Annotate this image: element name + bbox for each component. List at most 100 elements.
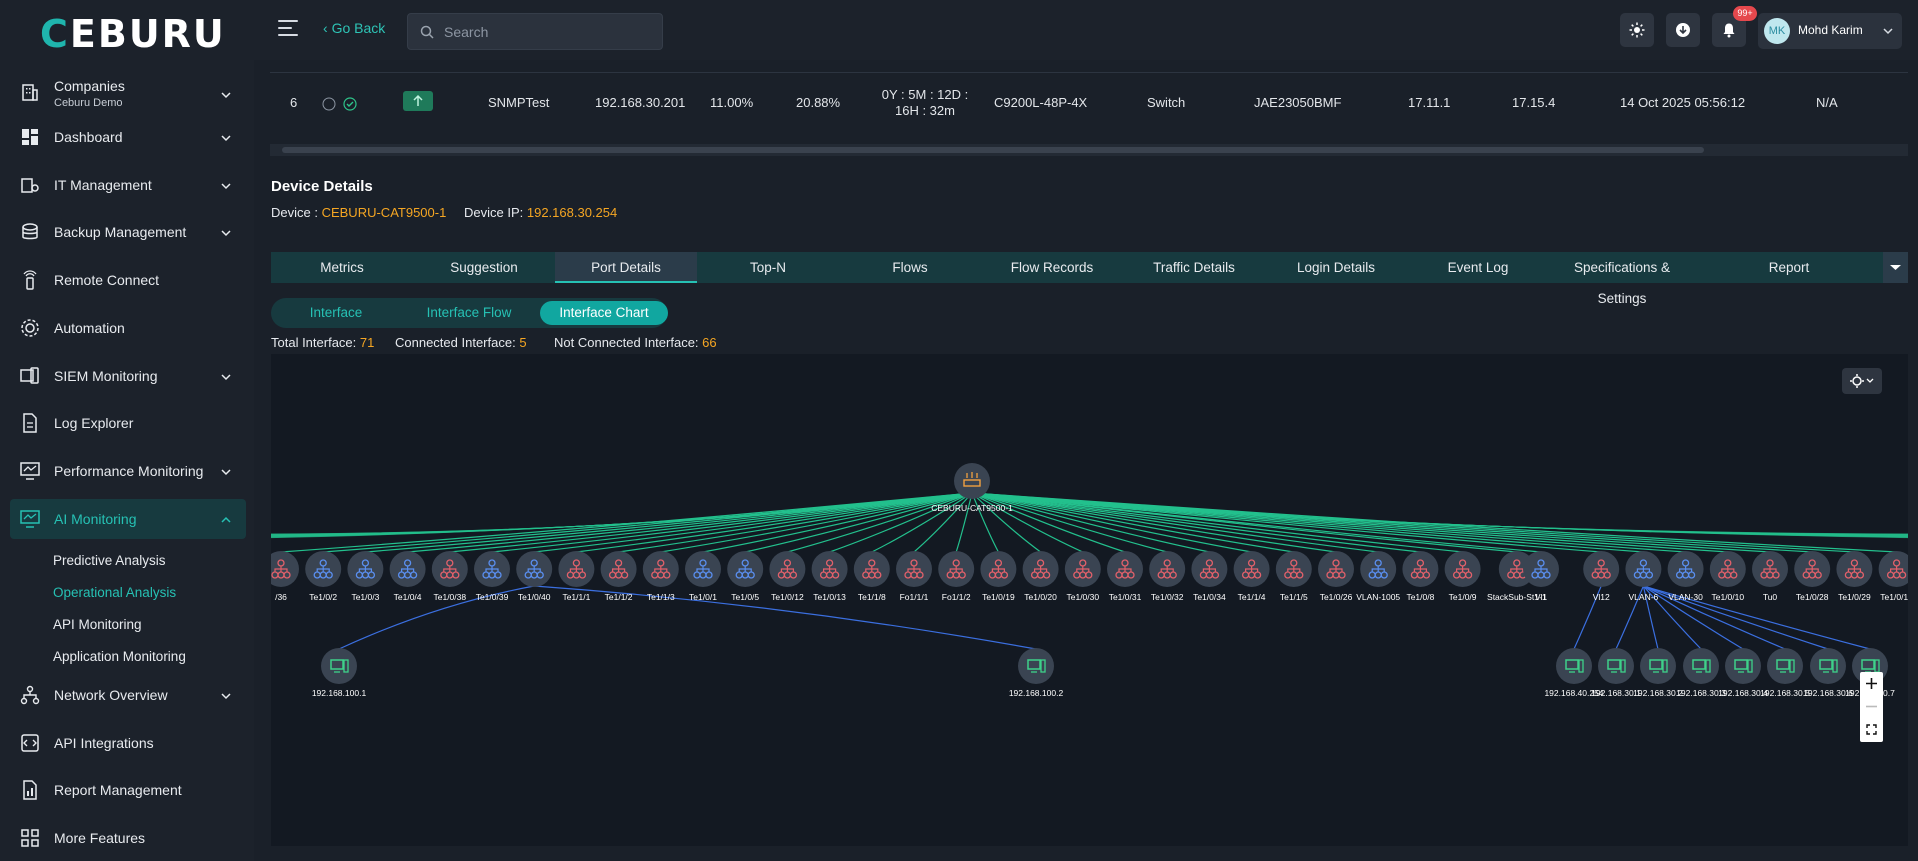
interface-node[interactable]: Te1/0/14 xyxy=(1878,551,1908,602)
subtab-interface-chart[interactable]: Interface Chart xyxy=(540,301,668,325)
zoom-out-button[interactable] xyxy=(1860,695,1883,718)
interface-node[interactable]: Te1/0/3 xyxy=(347,551,384,602)
row-select-radio[interactable] xyxy=(322,97,336,114)
hamburger-menu-icon[interactable] xyxy=(278,20,298,38)
sidebar-subitem-operational-analysis[interactable]: Operational Analysis xyxy=(53,585,176,600)
interface-node[interactable]: Te1/0/31 xyxy=(1107,551,1143,602)
sidebar-item-network-overview[interactable]: Network Overview xyxy=(10,675,246,715)
user-menu[interactable]: MK Mohd Karim xyxy=(1758,13,1902,49)
sidebar-item-performance-monitoring[interactable]: Performance Monitoring xyxy=(10,451,246,491)
tab-report[interactable]: Report xyxy=(1695,252,1883,283)
download-button[interactable] xyxy=(1666,13,1700,47)
not-connected-interface-stat: Not Connected Interface: 66 xyxy=(554,335,717,350)
sidebar-item-more-features[interactable]: More Features xyxy=(10,818,246,858)
interface-chart[interactable]: CEBURU-CAT9500-1/36 Te1/0/2 Te1/0/3 Te1/0/4… xyxy=(271,354,1908,846)
interface-node[interactable]: Te1/1/5 xyxy=(1275,551,1312,602)
interface-node[interactable]: /36 xyxy=(271,551,299,602)
sidebar-item-remote-connect[interactable]: Remote Connect xyxy=(10,260,246,300)
interface-node[interactable]: Te1/0/30 xyxy=(1064,551,1101,602)
sidebar-item-label: SIEM Monitoring xyxy=(54,368,158,384)
zoom-in-button[interactable] xyxy=(1860,672,1883,695)
interface-node[interactable]: Te1/0/8 xyxy=(1402,551,1439,602)
interface-node[interactable]: VLAN-6 xyxy=(1625,551,1662,602)
fullscreen-button[interactable] xyxy=(1860,718,1883,741)
interface-node[interactable]: Te1/0/26 xyxy=(1318,551,1354,602)
interface-node[interactable]: Te1/0/10 xyxy=(1709,551,1746,602)
tab-traffic-details[interactable]: Traffic Details xyxy=(1123,252,1265,283)
interface-node[interactable]: Te1/0/32 xyxy=(1149,551,1186,602)
tab-top-n[interactable]: Top-N xyxy=(697,252,839,283)
interface-node[interactable]: Te1/0/38 xyxy=(431,551,468,602)
tab-flow-records[interactable]: Flow Records xyxy=(981,252,1123,283)
sidebar-item-companies[interactable]: Companies Ceburu Demo xyxy=(10,72,246,116)
interface-node[interactable]: Te1/1/1 xyxy=(558,551,595,602)
interface-label: Te1/0/12 xyxy=(771,592,804,602)
tab-login-details[interactable]: Login Details xyxy=(1265,252,1407,283)
ai-monitor-icon xyxy=(20,510,40,528)
sidebar-item-dashboard[interactable]: Dashboard xyxy=(10,117,246,157)
sidebar-subitem-application-monitoring[interactable]: Application Monitoring xyxy=(53,649,186,664)
interface-node[interactable]: Te1/0/39 xyxy=(474,551,510,602)
interface-node[interactable]: Te1/0/19 xyxy=(980,551,1017,602)
sidebar-item-label: Remote Connect xyxy=(54,272,160,288)
chart-settings-button[interactable] xyxy=(1842,368,1882,394)
interface-node[interactable]: Te1/0/34 xyxy=(1191,551,1228,602)
tab-metrics[interactable]: Metrics xyxy=(271,252,413,283)
interface-node[interactable]: Te1/0/1 xyxy=(685,551,721,602)
tab-flows[interactable]: Flows xyxy=(839,252,981,283)
sidebar-item-report-management[interactable]: Report Management xyxy=(10,770,246,810)
dashboard-icon xyxy=(22,129,38,145)
sidebar-item-ai-monitoring[interactable]: AI Monitoring xyxy=(10,499,246,539)
interface-node[interactable]: Fo1/1/2 xyxy=(938,551,975,602)
topology-graph[interactable]: CEBURU-CAT9500-1/36 Te1/0/2 Te1/0/3 Te1/0/4… xyxy=(271,354,1908,846)
sidebar-item-api-integrations[interactable]: API Integrations xyxy=(10,723,246,763)
sidebar-item-siem-monitoring[interactable]: SIEM Monitoring xyxy=(10,356,246,396)
interface-node[interactable]: Te1/1/2 xyxy=(600,551,637,602)
ceburu-logo[interactable]: CEBURU xyxy=(40,12,226,56)
interface-node[interactable]: Te1/0/28 xyxy=(1794,551,1831,602)
tab-port-details[interactable]: Port Details xyxy=(555,252,697,283)
interface-node[interactable]: Te1/1/4 xyxy=(1233,551,1270,602)
sidebar-subitem-predictive-analysis[interactable]: Predictive Analysis xyxy=(53,553,166,568)
sidebar-item-backup-management[interactable]: Backup Management xyxy=(10,212,246,252)
tab-event-log[interactable]: Event Log xyxy=(1407,252,1549,283)
interface-node[interactable]: Te1/0/5 xyxy=(727,551,764,602)
tab-specifications-settings[interactable]: Specifications & Settings xyxy=(1549,252,1695,306)
interface-node[interactable]: Te1/0/12 xyxy=(769,551,806,602)
interface-node[interactable]: Vl12 xyxy=(1583,551,1620,602)
interface-node[interactable]: Te1/0/9 xyxy=(1444,551,1481,602)
interface-node[interactable]: Te1/1/3 xyxy=(642,551,679,602)
subtab-interface-flow[interactable]: Interface Flow xyxy=(403,301,535,325)
tab-suggestion[interactable]: Suggestion xyxy=(413,252,555,283)
sidebar-subitem-api-monitoring[interactable]: API Monitoring xyxy=(53,617,142,632)
interface-node[interactable]: Te1/0/20 xyxy=(1022,551,1059,602)
interface-node[interactable]: VLAN-1005 xyxy=(1356,551,1400,602)
sidebar-item-label: IT Management xyxy=(54,177,152,193)
interface-node[interactable]: VLAN-30 xyxy=(1667,551,1704,602)
interface-node[interactable]: Te1/0/4 xyxy=(389,551,426,602)
sidebar-item-automation[interactable]: Automation xyxy=(10,308,246,348)
host-label: 192.168.100.1 xyxy=(312,688,367,698)
scrollbar-thumb[interactable] xyxy=(282,147,1704,153)
sidebar-item-log-explorer[interactable]: Log Explorer xyxy=(10,403,246,443)
sidebar-item-it-management[interactable]: IT Management xyxy=(10,165,246,205)
interface-node[interactable]: Tu0 xyxy=(1752,551,1788,602)
horizontal-scrollbar[interactable] xyxy=(270,144,1908,156)
theme-toggle-button[interactable] xyxy=(1620,13,1654,47)
host-node[interactable]: 192.168.100.1 xyxy=(312,648,367,698)
interface-node[interactable]: Te1/0/2 xyxy=(305,551,342,602)
tabs-overflow-dropdown[interactable] xyxy=(1883,252,1908,283)
interface-node[interactable]: Te1/0/29 xyxy=(1836,551,1873,602)
go-back-link[interactable]: ‹ Go Back xyxy=(323,20,385,36)
table-row[interactable]: 6 SNMPTest 192.168.30.201 11.00% 20.88% … xyxy=(270,72,1908,144)
host-node[interactable]: 192.168.100.2 xyxy=(1009,648,1064,698)
sidebar-item-label: Dashboard xyxy=(54,129,123,145)
interface-node[interactable]: Te1/1/8 xyxy=(853,551,890,602)
search-input[interactable] xyxy=(444,14,654,49)
root-switch-node[interactable]: CEBURU-CAT9500-1 xyxy=(931,463,1013,513)
subtab-interface[interactable]: Interface xyxy=(275,301,397,325)
interface-label: Te1/0/3 xyxy=(351,592,379,602)
interface-node[interactable]: Te1/0/40 xyxy=(516,551,553,602)
interface-node[interactable]: Te1/0/13 xyxy=(811,551,848,602)
interface-node[interactable]: Fo1/1/1 xyxy=(896,551,932,602)
